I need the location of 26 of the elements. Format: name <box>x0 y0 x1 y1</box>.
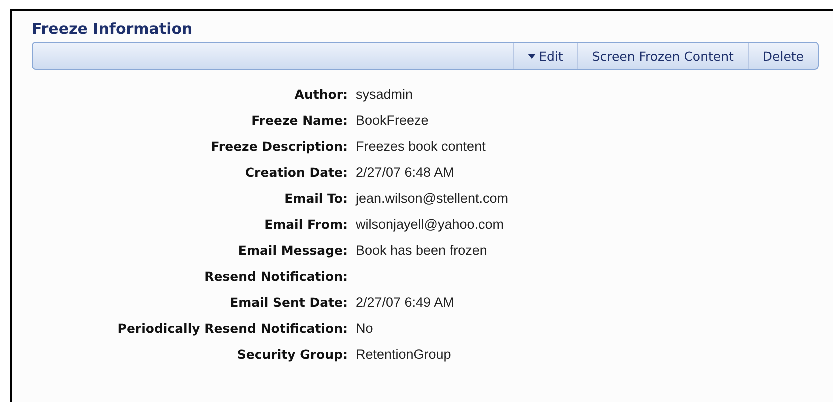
toolbar-button[interactable]: Delete <box>748 43 818 69</box>
field-value: jean.wilson@stellent.com <box>356 190 510 208</box>
field-label: Author: <box>294 86 348 104</box>
field-label: Security Group: <box>236 346 348 364</box>
field-value: 2/27/07 6:48 AM <box>356 164 456 182</box>
field-label: Email Sent Date: <box>229 294 348 312</box>
toolbar-button[interactable]: Screen Frozen Content <box>577 43 748 69</box>
field-label: Creation Date: <box>244 164 348 182</box>
field-label: Resend Notification: <box>204 268 348 286</box>
toolbar-button[interactable]: Edit <box>513 43 578 69</box>
field-value: 2/27/07 6:49 AM <box>356 294 456 312</box>
field-value: RetentionGroup <box>356 346 452 364</box>
field-value: Freezes book content <box>356 138 487 156</box>
field-label: Freeze Name: <box>250 112 348 130</box>
field-value: wilsonjayell@yahoo.com <box>356 216 506 234</box>
field-value: Book has been frozen <box>356 242 488 260</box>
field-label: Email To: <box>284 190 348 208</box>
panel-title: Freeze Information <box>32 19 194 39</box>
field-label: Periodically Resend Notification: <box>116 320 348 338</box>
field-value: sysadmin <box>356 86 414 104</box>
caret-icon <box>528 54 536 58</box>
field-label: Email From: <box>264 216 348 234</box>
field-value: BookFreeze <box>356 112 430 130</box>
field-label: Freeze Description: <box>210 138 348 156</box>
field-label: Email Message: <box>237 242 348 260</box>
field-value: No <box>356 320 374 338</box>
